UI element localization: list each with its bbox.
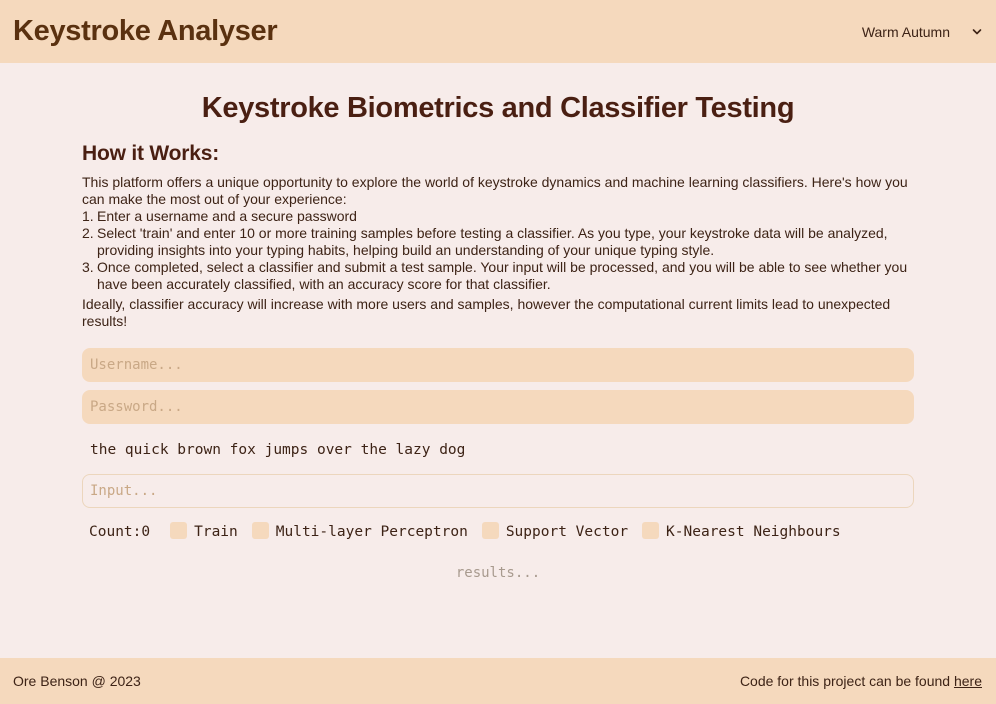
password-input[interactable] xyxy=(82,390,914,424)
checkbox-box[interactable] xyxy=(170,521,188,539)
theme-select[interactable]: Warm Autumn xyxy=(862,24,982,40)
footer-code-text: Code for this project can be found xyxy=(739,673,954,689)
svm-checkbox[interactable]: Support Vector xyxy=(481,521,629,541)
step-number: 3. xyxy=(82,259,94,275)
theme-select-value: Warm Autumn xyxy=(861,23,950,40)
checkbox-box[interactable] xyxy=(481,521,499,539)
knn-checkbox[interactable]: K-Nearest Neighbours xyxy=(642,521,841,541)
checkbox-box[interactable] xyxy=(251,521,269,539)
sample-count: Count:0 xyxy=(89,524,151,540)
sample-input[interactable] xyxy=(82,474,914,508)
step-text: Once completed, select a classifier and … xyxy=(97,259,908,292)
steps-list: 1. Enter a username and a secure passwor… xyxy=(82,208,914,293)
footer: Ore Benson @ 2023 Code for this project … xyxy=(0,658,996,704)
step-text: Select 'train' and enter 10 or more trai… xyxy=(97,225,888,258)
note-text: Ideally, classifier accuracy will increa… xyxy=(82,296,891,329)
app-title: Keystroke Analyser xyxy=(13,15,278,47)
how-it-works-heading: How it Works: xyxy=(82,142,220,165)
step-item: 1. Enter a username and a secure passwor… xyxy=(82,208,914,225)
username-input[interactable] xyxy=(82,348,914,382)
checkbox-label: K-Nearest Neighbours xyxy=(666,524,841,540)
main-content: Keystroke Biometrics and Classifier Test… xyxy=(82,63,914,581)
checkbox-box[interactable] xyxy=(642,521,660,539)
results-output: results... xyxy=(455,565,541,581)
train-checkbox[interactable]: Train xyxy=(170,521,238,541)
step-number: 1. xyxy=(82,208,94,224)
controls-row: Count:0 Train Multi-layer Perceptron Sup… xyxy=(82,521,914,541)
step-text: Enter a username and a secure password xyxy=(97,208,357,224)
checkbox-label: Multi-layer Perceptron xyxy=(275,524,468,540)
checkbox-label: Support Vector xyxy=(505,524,629,540)
source-code-link[interactable]: here xyxy=(954,673,982,689)
footer-credit: Ore Benson @ 2023 xyxy=(13,673,141,689)
checkbox-label: Train xyxy=(194,524,238,540)
step-item: 3. Once completed, select a classifier a… xyxy=(82,259,914,293)
chevron-down-icon xyxy=(972,28,982,34)
intro-text: This platform offers a unique opportunit… xyxy=(82,174,908,207)
step-item: 2. Select 'train' and enter 10 or more t… xyxy=(82,225,914,259)
footer-code-note: Code for this project can be found here xyxy=(740,673,982,689)
typing-prompt: the quick brown fox jumps over the lazy … xyxy=(90,442,466,458)
top-bar: Keystroke Analyser Warm Autumn xyxy=(0,0,996,63)
page-title: Keystroke Biometrics and Classifier Test… xyxy=(201,92,795,124)
mlp-checkbox[interactable]: Multi-layer Perceptron xyxy=(251,521,468,541)
step-number: 2. xyxy=(82,225,94,241)
